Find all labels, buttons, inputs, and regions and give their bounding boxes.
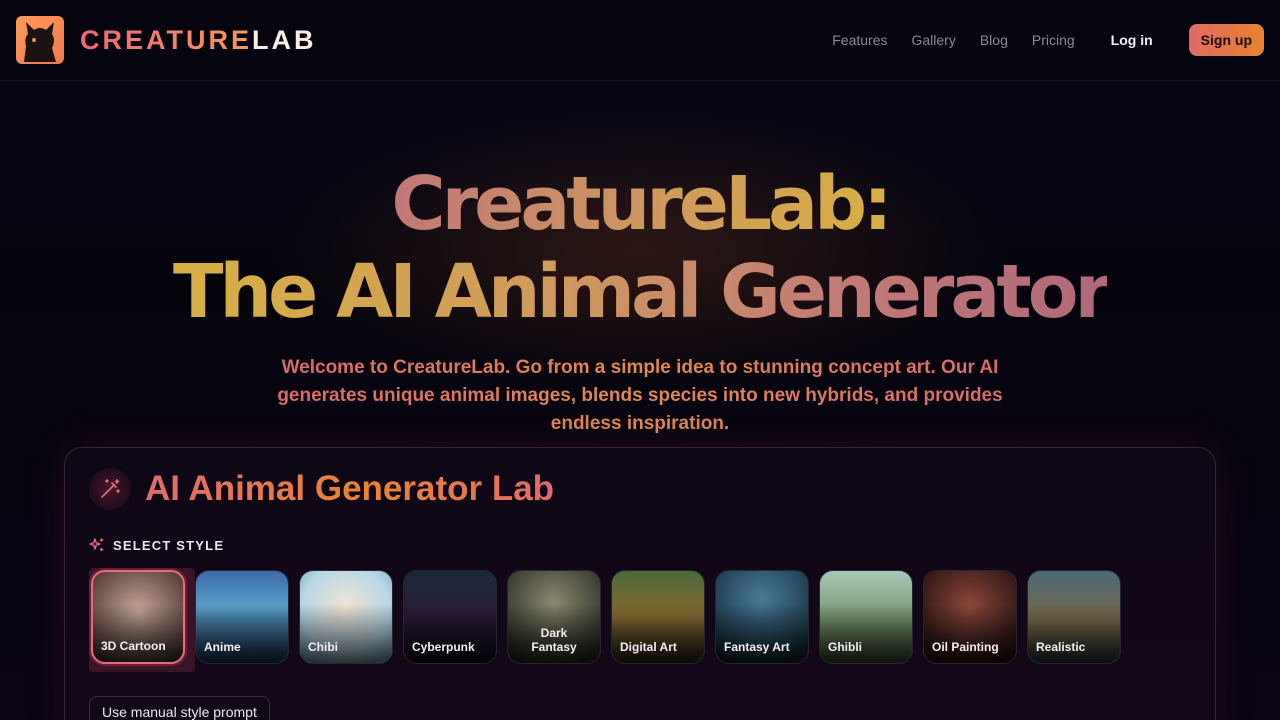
manual-style-prompt-button[interactable]: Use manual style prompt	[89, 696, 270, 720]
style-card-chibi[interactable]: Chibi	[299, 570, 393, 664]
style-card-anime[interactable]: Anime	[195, 570, 289, 664]
signup-button[interactable]: Sign up	[1188, 24, 1264, 56]
style-selector: 3D Cartoon Anime Chibi Cyberpunk Dark Fa…	[89, 568, 1189, 672]
style-card-label: Anime	[204, 640, 241, 654]
style-card-dark-fantasy[interactable]: Dark Fantasy	[507, 570, 601, 664]
brand[interactable]: CREATURELAB	[16, 16, 317, 64]
style-card-label: 3D Cartoon	[101, 639, 166, 653]
hero-title-line2: The AI Animal Generator	[172, 249, 1111, 335]
lab-title: AI Animal Generator Lab	[145, 469, 555, 508]
select-style-label: SELECT STYLE	[113, 537, 225, 553]
hero-subtitle: Welcome to CreatureLab. Go from a simple…	[260, 354, 1020, 438]
brand-name-part2: LAB	[252, 24, 317, 55]
main-nav: Features Gallery Blog Pricing Log in Sig…	[832, 24, 1264, 56]
style-card-fantasy-art[interactable]: Fantasy Art	[715, 570, 809, 664]
style-card-realistic[interactable]: Realistic	[1027, 570, 1121, 664]
sparkles-icon	[89, 538, 103, 551]
lab-header: AI Animal Generator Lab	[89, 468, 554, 510]
magic-wand-icon	[89, 468, 131, 510]
style-card-oil-painting[interactable]: Oil Painting	[923, 570, 1017, 664]
style-card-label: Realistic	[1036, 640, 1086, 654]
brand-name-part1: CREATURE	[80, 24, 252, 55]
nav-link-features[interactable]: Features	[832, 32, 887, 48]
style-card-label: Cyberpunk	[412, 640, 475, 654]
style-card-label: Digital Art	[620, 640, 677, 654]
creature-logo-icon	[16, 16, 64, 64]
style-card-label: Oil Painting	[932, 640, 999, 654]
style-card-cyberpunk[interactable]: Cyberpunk	[403, 570, 497, 664]
nav-link-gallery[interactable]: Gallery	[911, 32, 955, 48]
select-style-heading: SELECT STYLE	[89, 537, 224, 553]
top-nav-bar: CREATURELAB Features Gallery Blog Pricin…	[0, 0, 1280, 81]
generator-lab-panel: AI Animal Generator Lab SELECT STYLE 3D …	[64, 447, 1216, 720]
hero-title: CreatureLab: The AI Animal Generator	[0, 160, 1280, 336]
hero-title-line1: CreatureLab:	[391, 161, 892, 247]
nav-link-blog[interactable]: Blog	[980, 32, 1008, 48]
nav-link-pricing[interactable]: Pricing	[1032, 32, 1075, 48]
style-card-label: Dark Fantasy	[531, 626, 577, 654]
style-card-ghibli[interactable]: Ghibli	[819, 570, 913, 664]
login-link[interactable]: Log in	[1111, 32, 1153, 48]
brand-name: CREATURELAB	[80, 25, 317, 56]
style-card-digital-art[interactable]: Digital Art	[611, 570, 705, 664]
style-card-label: Chibi	[308, 640, 338, 654]
style-card-label: Ghibli	[828, 640, 862, 654]
style-card-label: Fantasy Art	[724, 640, 790, 654]
style-card-3d-cartoon[interactable]: 3D Cartoon	[91, 570, 185, 664]
